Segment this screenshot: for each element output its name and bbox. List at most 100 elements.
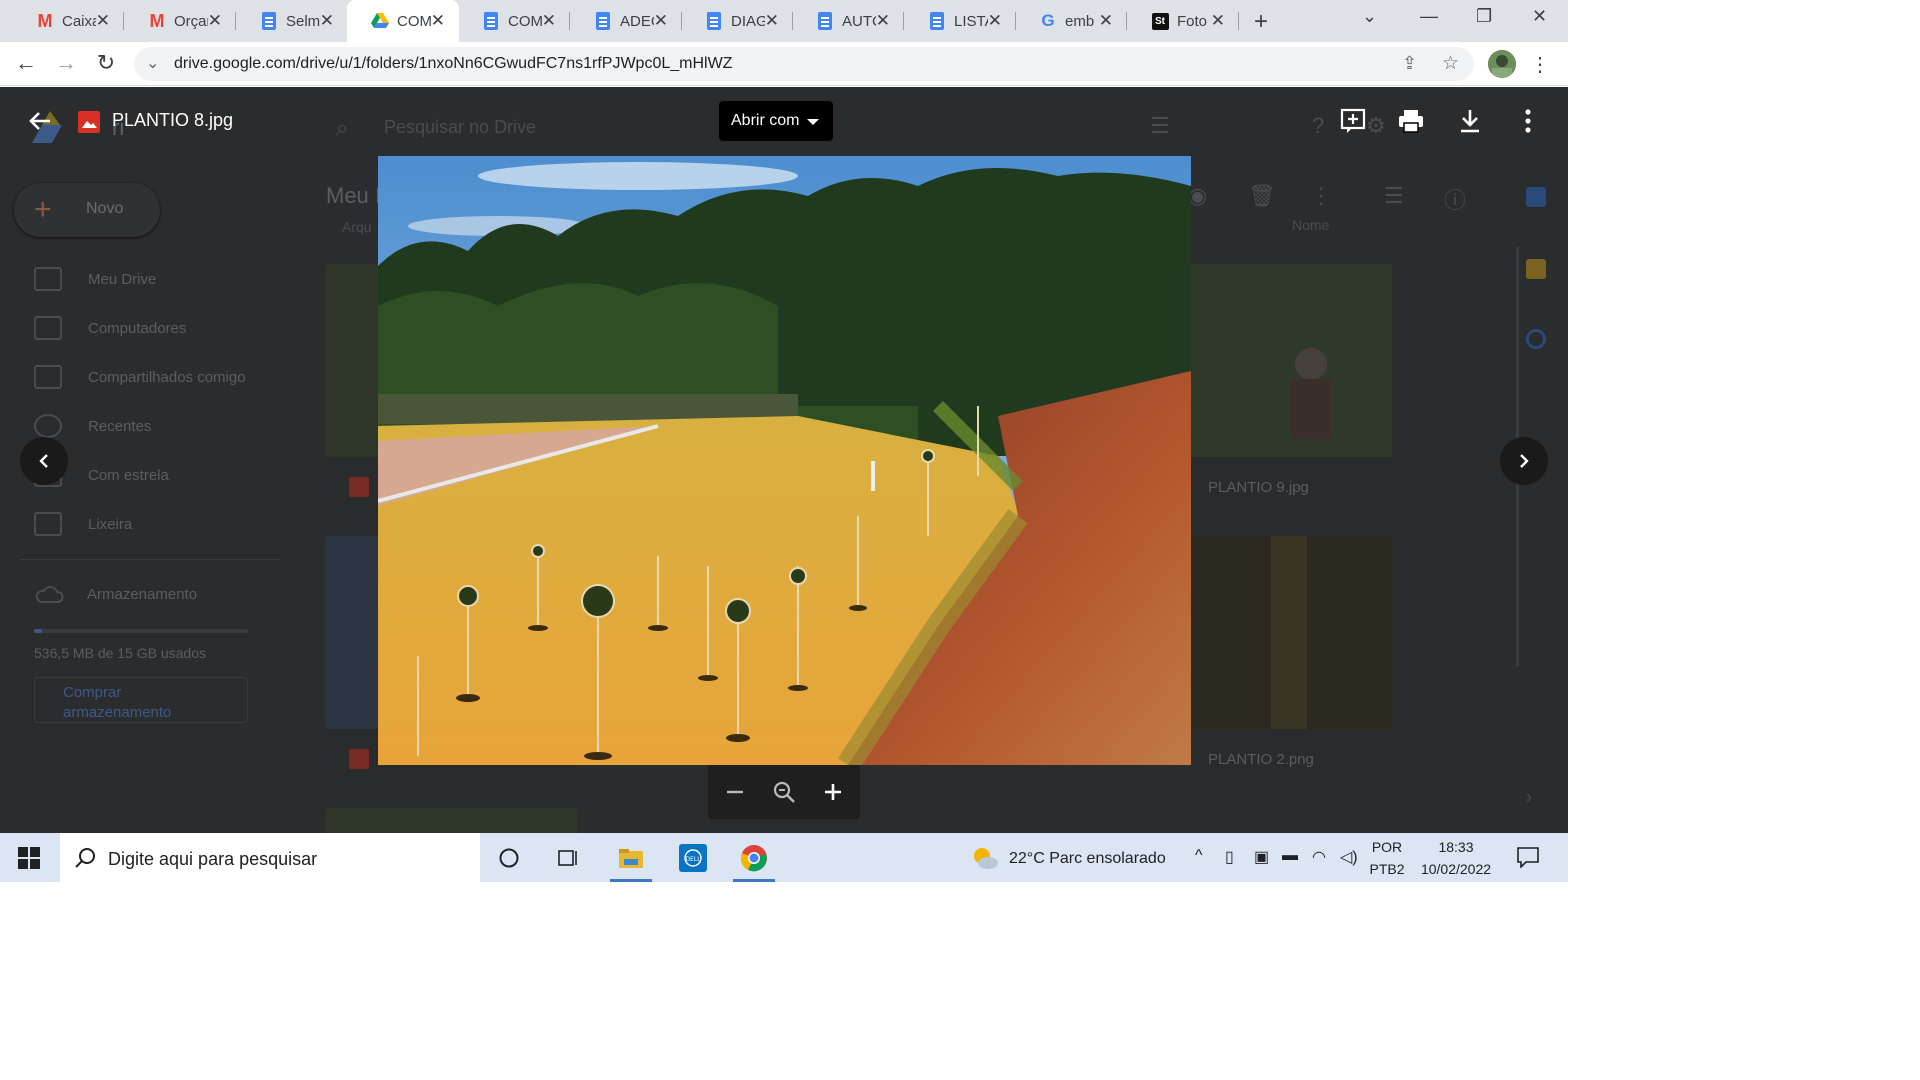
file-thumb[interactable]	[1191, 264, 1392, 457]
browser-tab[interactable]: St Foto ✕	[1127, 0, 1239, 42]
language-code[interactable]: POR	[1370, 839, 1404, 855]
browser-tab[interactable]: COM ✕	[458, 0, 570, 42]
close-tab-icon[interactable]: ✕	[1099, 11, 1113, 31]
browser-tab[interactable]: ADEC✕	[570, 0, 682, 42]
url-text[interactable]: drive.google.com/drive/u/1/folders/1nxoN…	[174, 55, 732, 73]
sidebar-item[interactable]: Lixeira	[34, 509, 132, 539]
wifi-icon[interactable]: ◠	[1312, 847, 1326, 867]
browser-tab[interactable]: MCaixa✕	[12, 0, 124, 42]
close-tab-icon[interactable]: ✕	[876, 11, 890, 31]
back-icon[interactable]: ←	[12, 50, 40, 76]
file-card-footer: PLANTIO 2.png	[1191, 729, 1392, 789]
bookmark-star-icon[interactable]: ☆	[1442, 52, 1459, 75]
sidebar-item[interactable]: Recentes	[34, 411, 151, 441]
sidebar-item[interactable]: Compartilhados comigo	[34, 362, 246, 392]
zoom-in-button[interactable]	[818, 777, 848, 807]
buy-storage-button[interactable]: Comprar armazenamento	[34, 677, 248, 723]
browser-tab[interactable]: DIAG ✕	[681, 0, 793, 42]
forward-icon[interactable]: →	[52, 50, 80, 76]
clock-date[interactable]: 10/02/2022	[1412, 861, 1500, 877]
share-icon[interactable]: ⇪	[1402, 53, 1417, 74]
dell-app-icon[interactable]: DELL	[668, 833, 718, 882]
file-name[interactable]: PLANTIO 2.png	[1208, 751, 1314, 768]
tab-search-icon[interactable]: ⌄	[1362, 6, 1377, 27]
download-icon[interactable]	[1456, 107, 1484, 135]
image-preview[interactable]	[378, 156, 1191, 765]
sort-label[interactable]: Nome	[1292, 217, 1329, 233]
close-window-button[interactable]: ✕	[1532, 6, 1547, 27]
add-comment-icon[interactable]	[1339, 107, 1367, 135]
clock-time[interactable]: 18:33	[1416, 839, 1496, 855]
new-tab-button[interactable]: +	[1254, 8, 1268, 36]
minimize-button[interactable]: —	[1420, 6, 1438, 27]
task-view-icon[interactable]	[543, 833, 593, 882]
address-bar[interactable]: ⌄ drive.google.com/drive/u/1/folders/1nx…	[134, 47, 1474, 81]
chrome-icon[interactable]	[729, 833, 779, 882]
calendar-icon[interactable]	[1526, 187, 1546, 207]
close-tab-icon[interactable]: ✕	[542, 11, 556, 31]
profile-avatar[interactable]	[1488, 50, 1516, 78]
sidebar-item[interactable]: Computadores	[34, 313, 186, 343]
browser-tab[interactable]: M Orçar ✕	[124, 0, 236, 42]
close-tab-icon[interactable]: ✕	[96, 11, 110, 31]
tab-separator	[1238, 12, 1239, 30]
file-thumb[interactable]	[1191, 536, 1392, 729]
cortana-icon[interactable]	[484, 833, 534, 882]
tasks-icon[interactable]	[1526, 329, 1546, 349]
show-hidden-icons-icon[interactable]: ^	[1195, 847, 1203, 865]
file-name[interactable]: PLANTIO 9.jpg	[1208, 479, 1309, 496]
more-options-icon[interactable]	[1516, 107, 1544, 135]
files-header: Arqu	[342, 219, 372, 235]
previous-file-button[interactable]	[20, 437, 68, 485]
list-view-icon[interactable]: ☰	[1384, 183, 1404, 209]
info-icon[interactable]: ⓘ	[1444, 183, 1466, 215]
plus-icon: +	[34, 193, 52, 226]
keep-icon[interactable]	[1526, 259, 1546, 279]
zoom-magnifier-icon[interactable]	[769, 777, 799, 807]
taskbar-search-box[interactable]: Digite aqui para pesquisar	[60, 833, 480, 882]
weather-icon[interactable]	[970, 845, 1000, 871]
close-tab-icon[interactable]: ✕	[654, 11, 668, 31]
notifications-icon[interactable]	[1516, 846, 1540, 869]
volume-icon[interactable]: ◁)	[1340, 847, 1358, 867]
trash-icon[interactable]: 🗑	[1248, 183, 1276, 209]
keyboard-layout[interactable]: PTB2	[1368, 861, 1406, 877]
browser-tab[interactable]: Selm ✕	[236, 0, 348, 42]
cloud-icon	[34, 583, 64, 605]
security-icon[interactable]: ▣	[1254, 847, 1269, 867]
browser-tab[interactable]: AUTC✕	[792, 0, 904, 42]
close-tab-icon[interactable]: ✕	[1211, 11, 1225, 31]
weather-text[interactable]: 22°C Parc ensolarado	[1009, 850, 1166, 868]
browser-tab-strip: MCaixa✕MOrçar✕Selm✕COM✕COM✕ADEC✕DIAG✕AUT…	[0, 0, 1568, 42]
close-tab-icon[interactable]: ✕	[431, 11, 445, 31]
sidebar-item[interactable]: Meu Drive	[34, 264, 156, 294]
expand-panel-icon[interactable]: ›	[1526, 787, 1532, 808]
close-tab-icon[interactable]: ✕	[988, 11, 1002, 31]
file-thumb[interactable]	[325, 808, 577, 833]
print-icon[interactable]	[1397, 107, 1425, 135]
file-explorer-icon[interactable]	[606, 833, 656, 882]
folder-title[interactable]: Meu I	[326, 183, 381, 209]
open-with-button[interactable]: Abrir com	[719, 101, 833, 141]
close-tab-icon[interactable]: ✕	[765, 11, 779, 31]
browser-tab[interactable]: COM ✕	[347, 0, 459, 42]
meet-now-icon[interactable]: ▯	[1225, 847, 1234, 867]
storage-label[interactable]: Armazenamento	[87, 586, 197, 603]
next-file-button[interactable]	[1500, 437, 1548, 485]
more-actions-icon[interactable]: ⋮	[1310, 183, 1332, 209]
windows-start-icon[interactable]	[18, 847, 40, 869]
close-tab-icon[interactable]: ✕	[208, 11, 222, 31]
battery-icon[interactable]: ▬	[1282, 847, 1298, 865]
new-button[interactable]: + Novo	[14, 183, 160, 237]
close-tab-icon[interactable]: ✕	[320, 11, 334, 31]
chevron-down-icon[interactable]: ⌄	[146, 53, 159, 73]
reload-icon[interactable]: ↻	[92, 50, 120, 76]
zoom-out-button[interactable]	[720, 777, 750, 807]
sidebar-divider	[20, 559, 280, 560]
browser-tab[interactable]: Gemb ✕	[1015, 0, 1127, 42]
browser-tab[interactable]: LISTA✕	[904, 0, 1016, 42]
restore-button[interactable]: ❐	[1476, 6, 1492, 27]
close-viewer-back-icon[interactable]	[26, 107, 54, 135]
image-file-icon	[349, 749, 369, 769]
browser-menu-icon[interactable]: ⋮	[1530, 52, 1550, 77]
